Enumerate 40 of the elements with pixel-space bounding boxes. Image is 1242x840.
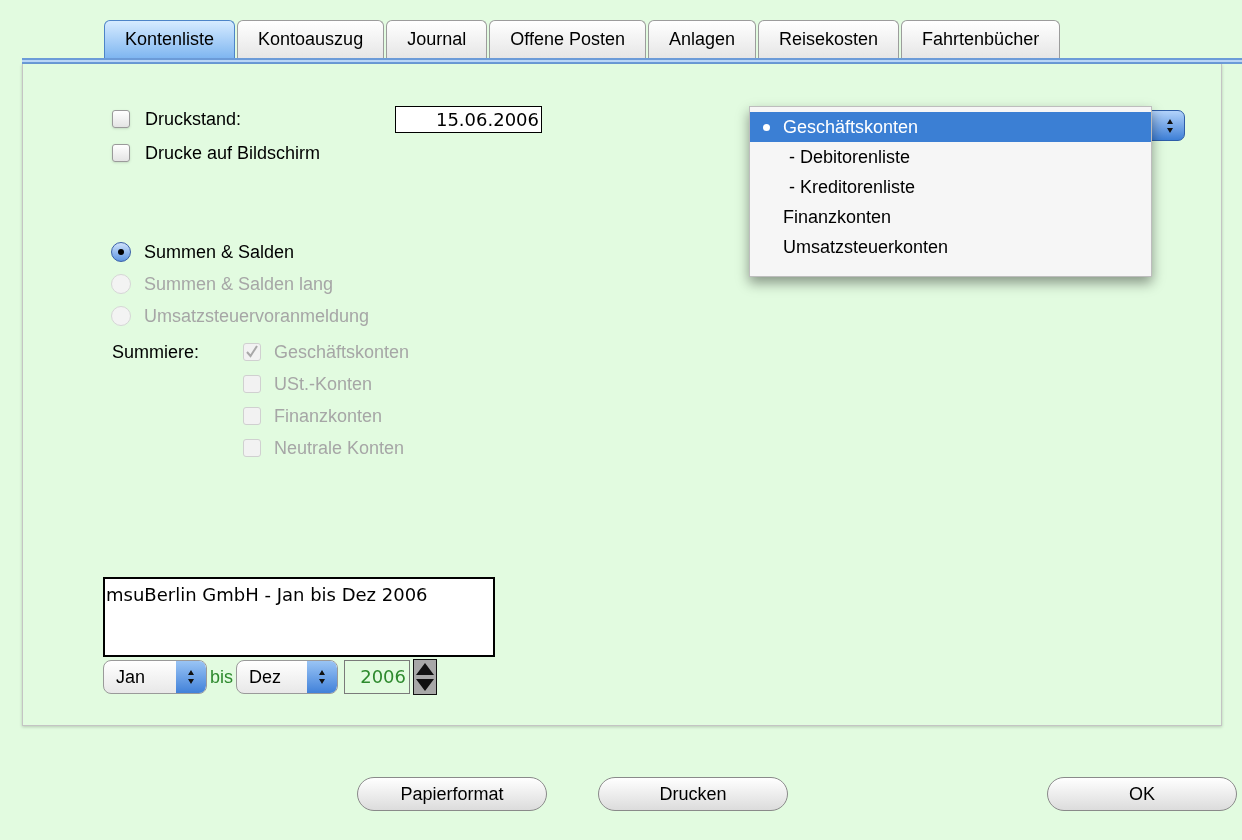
menu-item[interactable]: Finanzkonten: [750, 202, 1151, 232]
tab[interactable]: Offene Posten: [489, 20, 646, 58]
checkbox[interactable]: [112, 144, 130, 162]
radio-button[interactable]: [111, 242, 131, 262]
tab[interactable]: Kontenliste: [104, 20, 236, 58]
up-down-arrows-icon: [318, 669, 326, 685]
checkbox-label: Druckstand:: [145, 107, 243, 131]
checkbox-label: USt.-Konten: [274, 372, 373, 396]
month-dropdown[interactable]: Jan: [103, 660, 207, 694]
year-field[interactable]: 2006: [344, 660, 410, 694]
tab[interactable]: Anlagen: [647, 20, 756, 58]
header-text-field[interactable]: msuBerlin GmbH - Jan bis Dez 2006: [103, 577, 495, 657]
sum-label: Summiere:: [112, 341, 201, 364]
menu-item[interactable]: - Kreditorenliste: [750, 172, 1151, 202]
push-button[interactable]: Drucken: [598, 777, 788, 811]
push-button[interactable]: OK: [1047, 777, 1237, 811]
checkbox-label: Finanzkonten: [274, 404, 383, 428]
menu-item[interactable]: Umsatzsteuerkonten: [750, 232, 1151, 262]
up-down-arrows-icon: [187, 669, 195, 685]
up-down-arrows-icon: [1166, 117, 1174, 134]
tab[interactable]: Fahrtenbücher: [901, 20, 1061, 58]
radio-label: Summen & Salden: [144, 240, 295, 264]
checkbox-label: Neutrale Konten: [274, 436, 405, 460]
date-field[interactable]: 15.06.2006: [395, 105, 542, 133]
checkbox[interactable]: [112, 110, 130, 128]
checkbox-label: Geschäftskonten: [274, 340, 410, 364]
radio-label: Umsatzsteuervoranmeldung: [144, 304, 370, 328]
range-separator: bis: [210, 665, 233, 689]
checkmark-icon: [245, 345, 259, 359]
month-dropdown[interactable]: Dez: [236, 660, 338, 694]
stepper-icon[interactable]: [413, 659, 437, 695]
tab[interactable]: Reisekosten: [758, 20, 900, 58]
tab[interactable]: Journal: [386, 20, 488, 58]
menu-item[interactable]: Geschäftskonten: [750, 112, 1151, 142]
tab[interactable]: Kontoauszug: [237, 20, 385, 58]
menu-item[interactable]: - Debitorenliste: [750, 142, 1151, 172]
checkbox-label: Drucke auf Bildschirm: [145, 141, 322, 165]
bullet-icon: [763, 123, 770, 131]
push-button[interactable]: Papierformat: [357, 777, 547, 811]
radio-label: Summen & Salden lang: [144, 272, 334, 296]
